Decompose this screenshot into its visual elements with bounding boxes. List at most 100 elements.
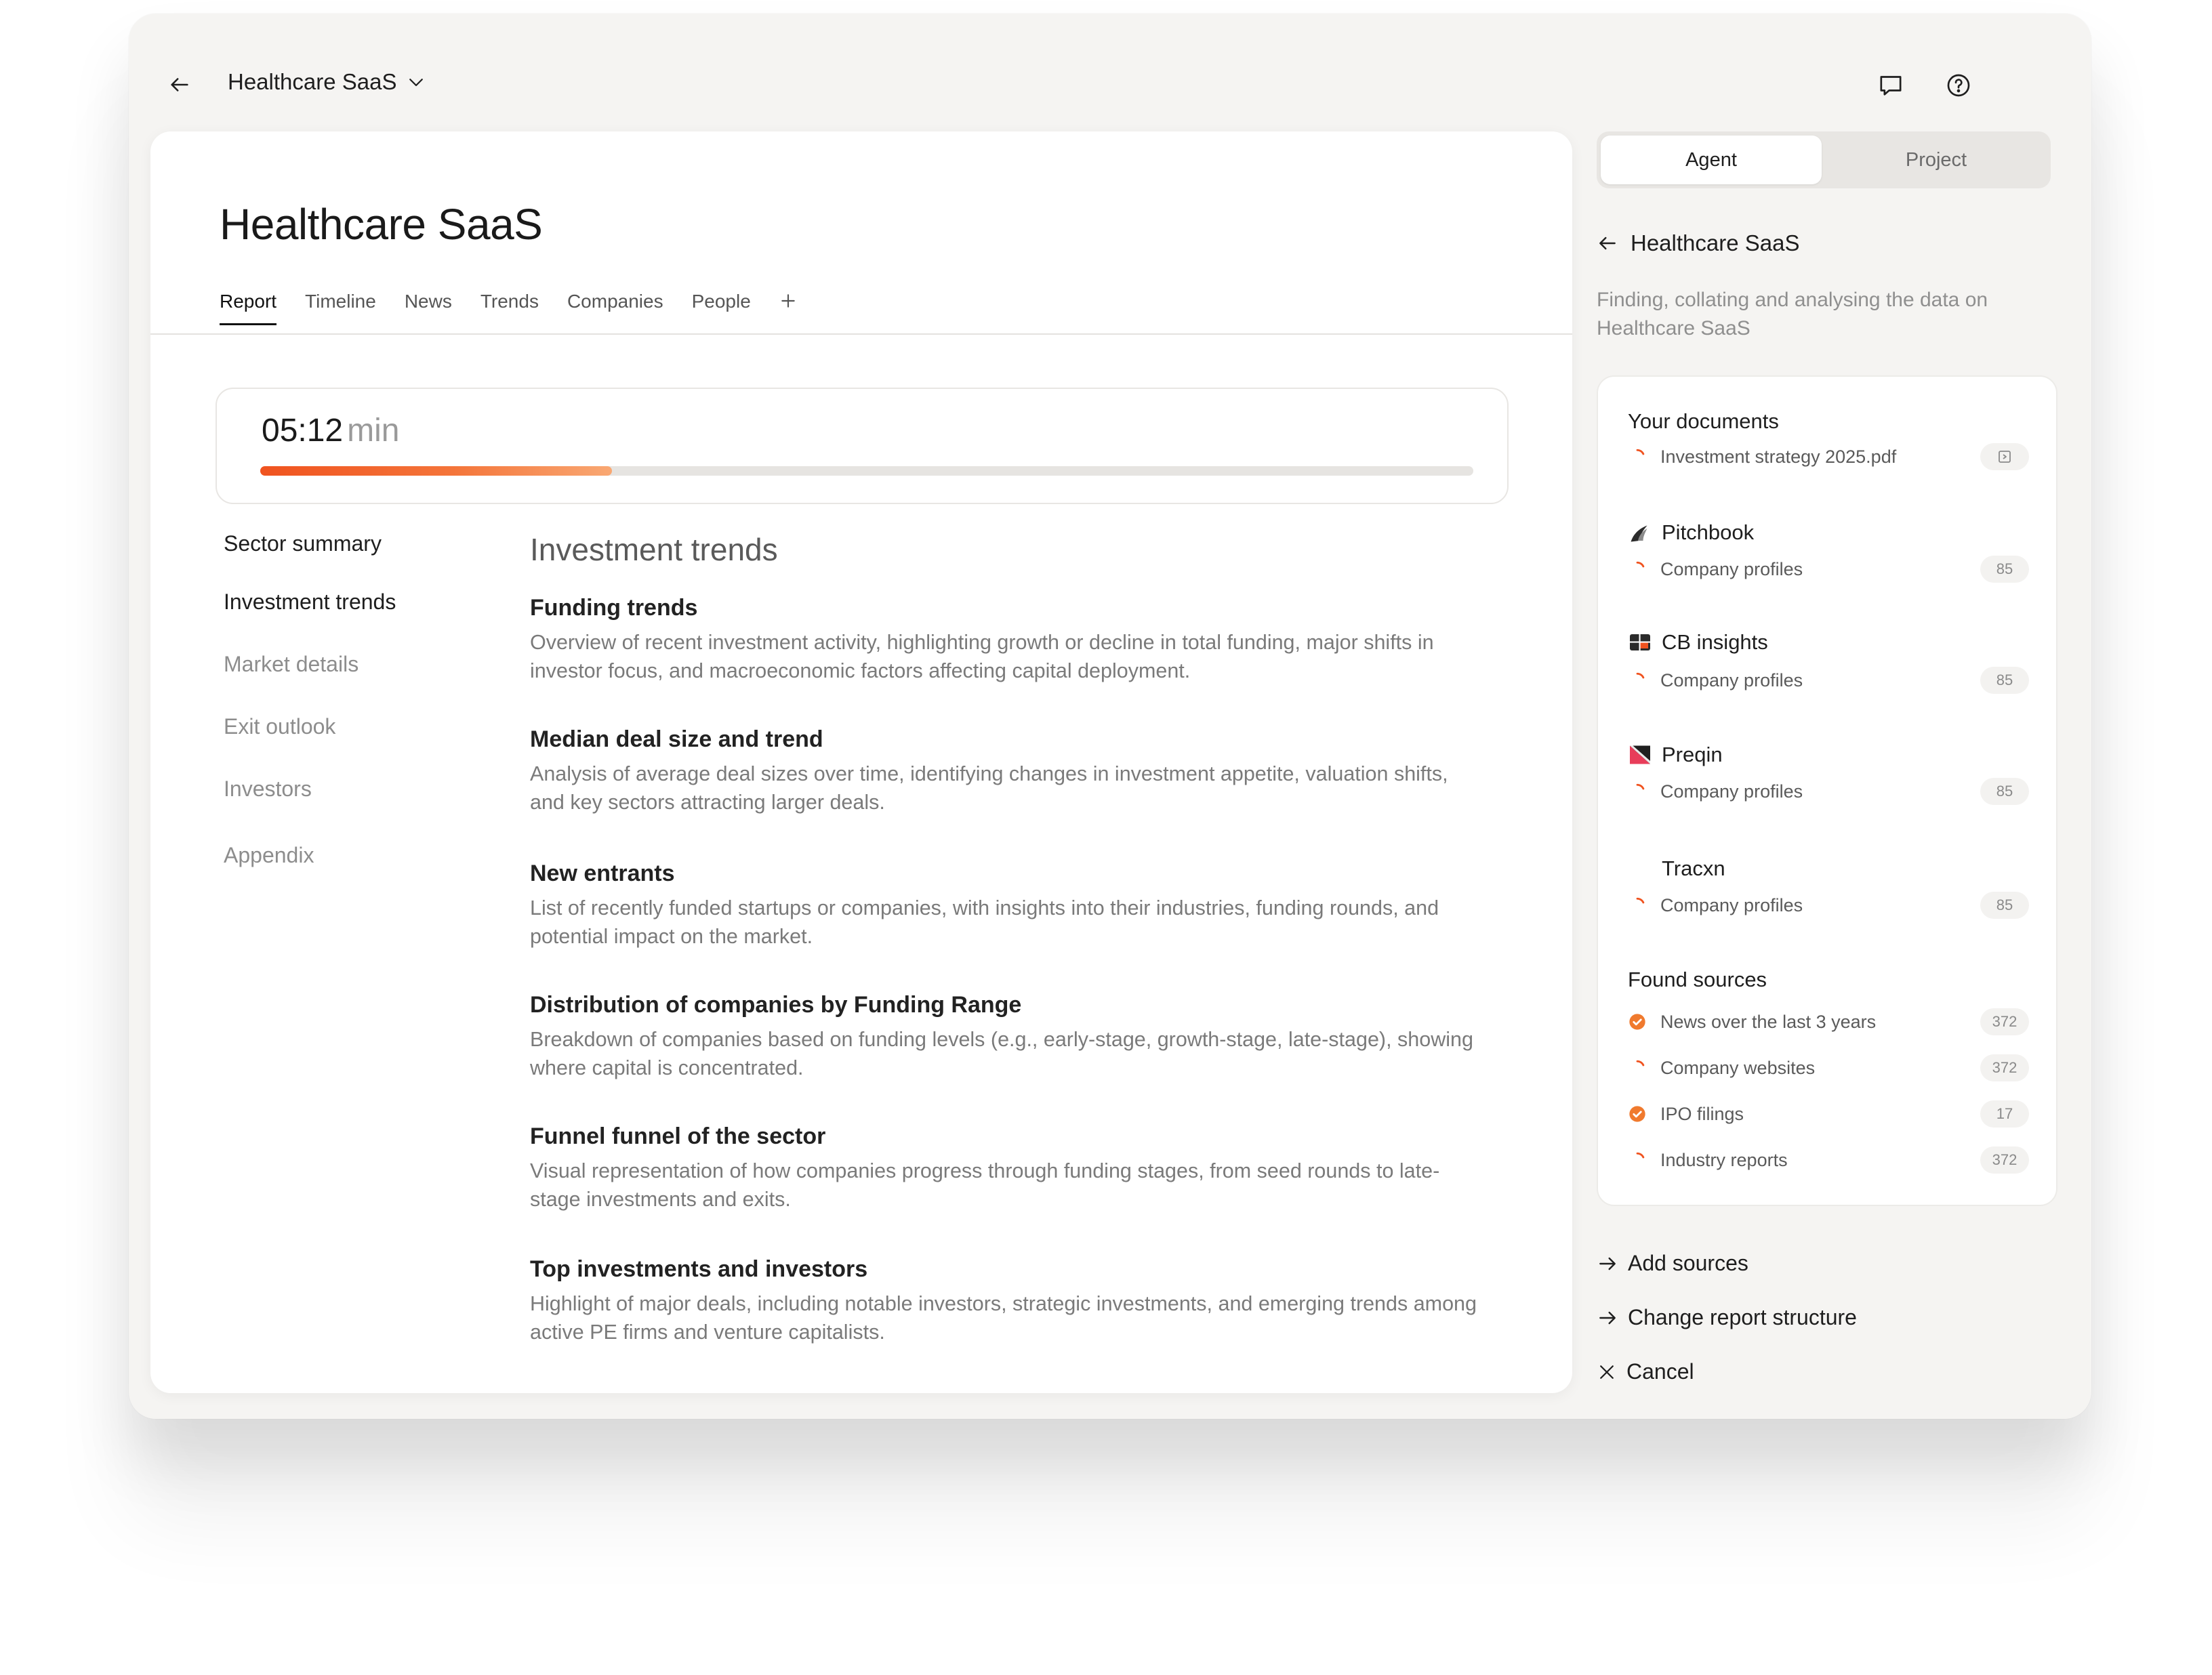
arrow-left-icon: [171, 78, 188, 91]
project-selector[interactable]: Healthcare SaaS: [228, 69, 426, 95]
action-label: Change report structure: [1628, 1305, 1857, 1329]
provider-pitchbook: Pitchbook: [1628, 520, 1754, 545]
tab-trends[interactable]: Trends: [480, 291, 539, 325]
section-text: Highlight of major deals, including nota…: [530, 1292, 1477, 1344]
tab-people[interactable]: People: [692, 291, 751, 325]
close-icon: [1600, 1365, 1614, 1379]
toc-item-market-details[interactable]: Market details: [224, 652, 359, 677]
progress-bar: [260, 466, 1473, 476]
loading-spinner-icon: [1628, 560, 1647, 579]
provider-item-row[interactable]: Company profiles 85: [1628, 777, 2029, 806]
toc-item-investment-trends[interactable]: Investment trends: [224, 590, 396, 615]
document-name: Investment strategy 2025.pdf: [1660, 446, 1897, 467]
sidebar-back-link[interactable]: Healthcare SaaS: [1597, 230, 1799, 256]
tab-project[interactable]: Project: [1826, 136, 2047, 184]
provider-cb-insights: CB insights: [1628, 630, 1768, 655]
provider-name: Tracxn: [1662, 856, 1725, 880]
tab-report[interactable]: Report: [220, 291, 277, 325]
loading-spinner-icon: [1628, 447, 1647, 466]
report-tabs: Report Timeline News Trends Companies Pe…: [220, 287, 797, 328]
provider-name: Preqin: [1662, 743, 1723, 766]
provider-name: Pitchbook: [1662, 520, 1755, 544]
tab-news[interactable]: News: [405, 291, 452, 325]
provider-item-row[interactable]: Company profiles 85: [1628, 665, 2029, 695]
timer-readout: 05:12 min: [262, 412, 399, 449]
top-bar: Healthcare SaaS: [129, 14, 2091, 142]
toc-item-investors[interactable]: Investors: [224, 777, 312, 802]
section-text: List of recently funded startups or comp…: [530, 896, 1439, 948]
sources-card: Your documents Investment strategy 2025.…: [1597, 375, 2057, 1206]
provider-tracxn: Tracxn: [1662, 856, 1725, 881]
report-panel: Healthcare SaaS Report Timeline News Tre…: [150, 131, 1572, 1393]
found-source-label: Company websites: [1660, 1057, 1816, 1078]
found-source-label: Industry reports: [1660, 1149, 1788, 1170]
help-button[interactable]: [1942, 69, 1975, 102]
app-window: Healthcare SaaS Healthcare SaaS Report T…: [129, 14, 2091, 1419]
change-report-structure-button[interactable]: Change report structure: [1597, 1305, 1857, 1330]
toc-item-exit-outlook[interactable]: Exit outlook: [224, 714, 335, 739]
arrow-right-icon: [1599, 1257, 1616, 1270]
progress-fill: [260, 466, 613, 476]
timer-card: 05:12 min: [216, 388, 1509, 504]
section-funding-trends: Funding trends Overview of recent invest…: [530, 595, 1479, 685]
provider-item-row[interactable]: Company profiles 85: [1628, 554, 2029, 584]
found-source-label: News over the last 3 years: [1660, 1011, 1877, 1032]
agent-sidebar: Agent Project Healthcare SaaS Finding, c…: [1597, 131, 2057, 1405]
expand-icon: [1999, 451, 2011, 463]
chevron-down-icon: [409, 79, 424, 87]
provider-name: CB insights: [1662, 630, 1768, 654]
check-circle-icon: [1628, 1012, 1647, 1031]
content-title: Investment trends: [530, 532, 778, 567]
document-open-button[interactable]: [1980, 443, 2029, 470]
count-badge: 85: [1980, 667, 2029, 694]
provider-item-label: Company profiles: [1660, 669, 1803, 690]
provider-preqin: Preqin: [1628, 743, 1723, 767]
cbinsights-logo-icon: [1628, 630, 1652, 655]
help-icon: [1947, 74, 1970, 97]
count-badge: 372: [1980, 1008, 2029, 1035]
section-title: Distribution of companies by Funding Ran…: [530, 992, 1022, 1018]
add-sources-button[interactable]: Add sources: [1597, 1251, 1748, 1276]
toc-item-sector-summary[interactable]: Sector summary: [224, 531, 382, 556]
section-text: Analysis of average deal sizes over time…: [530, 762, 1448, 814]
toc-item-appendix[interactable]: Appendix: [224, 843, 314, 868]
group-title-text: Found sources: [1628, 968, 1767, 991]
section-text: Visual representation of how companies p…: [530, 1159, 1440, 1211]
plus-icon: [781, 294, 795, 308]
tabs-divider: [150, 333, 1572, 335]
loading-spinner-icon: [1628, 671, 1647, 690]
preqin-logo-icon: [1628, 743, 1652, 767]
section-title: New entrants: [530, 861, 675, 886]
group-title-text: Your documents: [1628, 409, 1779, 433]
back-button[interactable]: [156, 61, 203, 108]
cancel-button[interactable]: Cancel: [1597, 1359, 1694, 1384]
comment-button[interactable]: [1875, 69, 1907, 102]
sidebar-back-title: Healthcare SaaS: [1631, 230, 1800, 255]
document-row[interactable]: Investment strategy 2025.pdf: [1628, 442, 2029, 472]
tab-timeline[interactable]: Timeline: [305, 291, 376, 325]
section-text: Breakdown of companies based on funding …: [530, 1028, 1473, 1079]
found-source-row[interactable]: Industry reports 372: [1628, 1145, 2029, 1175]
provider-item-row[interactable]: Company profiles 85: [1628, 890, 2029, 920]
agent-description: Finding, collating and analysing the dat…: [1597, 289, 1988, 339]
timer-unit: min: [347, 413, 400, 449]
loading-spinner-icon: [1628, 896, 1647, 915]
section-title: Funnel funnel of the sector: [530, 1123, 826, 1149]
arrow-left-icon: [1599, 236, 1616, 250]
tab-agent[interactable]: Agent: [1601, 136, 1822, 184]
found-source-row[interactable]: IPO filings 17: [1628, 1099, 2029, 1129]
section-title: Funding trends: [530, 595, 698, 621]
check-circle-icon: [1628, 1104, 1647, 1123]
found-source-row[interactable]: Company websites 372: [1628, 1053, 2029, 1083]
section-title: Median deal size and trend: [530, 726, 823, 752]
arrow-right-icon: [1599, 1311, 1616, 1324]
found-source-row[interactable]: News over the last 3 years 372: [1628, 1007, 2029, 1037]
project-selector-label: Healthcare SaaS: [228, 69, 397, 94]
found-source-label: IPO filings: [1660, 1103, 1744, 1124]
page-title: Healthcare SaaS: [220, 200, 543, 249]
add-tab-button[interactable]: [779, 287, 797, 328]
count-badge: 372: [1980, 1054, 2029, 1081]
provider-item-label: Company profiles: [1660, 558, 1803, 579]
tab-companies[interactable]: Companies: [567, 291, 663, 325]
count-badge: 85: [1980, 778, 2029, 805]
